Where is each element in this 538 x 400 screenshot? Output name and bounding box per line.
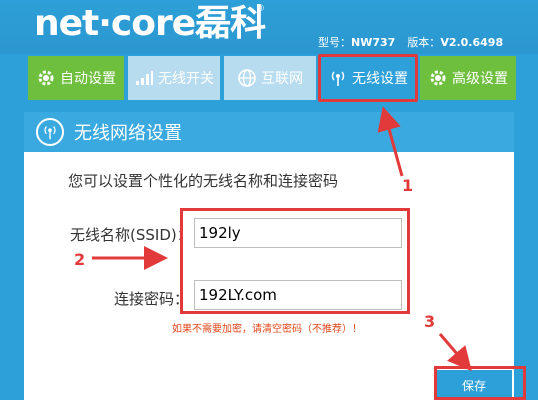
version-value: V2.0.6498 bbox=[440, 36, 504, 49]
gear-icon bbox=[38, 70, 54, 86]
main-nav: 自动设置 无线开关 互联网 无线设置 高级设置 bbox=[0, 56, 538, 104]
gear-icon bbox=[430, 70, 446, 86]
highlight-box-fields bbox=[180, 208, 410, 314]
tab-label: 无线开关 bbox=[158, 71, 214, 87]
tab-auto-setup[interactable]: 自动设置 bbox=[28, 56, 124, 100]
annotation-step-2: 2 bbox=[74, 250, 86, 269]
ssid-label: 无线名称(SSID)： bbox=[70, 226, 192, 244]
model-label: 型号： bbox=[318, 36, 351, 49]
intro-text: 您可以设置个性化的无线名称和连接密码 bbox=[68, 172, 339, 190]
annotation-step-1: 1 bbox=[402, 176, 414, 195]
signal-bars-icon bbox=[136, 71, 153, 85]
tab-wireless-switch[interactable]: 无线开关 bbox=[128, 56, 220, 100]
model-value: NW737 bbox=[351, 36, 396, 49]
panel-header: 无线网络设置 bbox=[24, 112, 514, 152]
globe-icon bbox=[238, 69, 256, 87]
tab-label: 自动设置 bbox=[60, 71, 116, 87]
annotation-step-3: 3 bbox=[424, 312, 436, 331]
device-info: 型号：NW737 版本：V2.0.6498 bbox=[318, 34, 515, 50]
password-label: 连接密码： bbox=[114, 290, 190, 308]
registered-mark: ® bbox=[256, 4, 265, 14]
wireless-settings-panel: 无线网络设置 您可以设置个性化的无线名称和连接密码 无线名称(SSID)： 连接… bbox=[24, 112, 514, 400]
password-hint: 如果不需要加密，请清空密码（不推荐）！ bbox=[172, 324, 362, 335]
version-label: 版本： bbox=[407, 36, 441, 49]
panel-title: 无线网络设置 bbox=[74, 123, 182, 144]
tab-internet[interactable]: 互联网 bbox=[224, 56, 316, 100]
tab-label: 高级设置 bbox=[452, 71, 508, 87]
tab-advanced-settings[interactable]: 高级设置 bbox=[420, 56, 516, 100]
netcore-logo: net·core磊科 bbox=[34, 3, 266, 44]
highlight-box-tab bbox=[318, 54, 418, 102]
header: net·core磊科 ® 型号：NW737 版本：V2.0.6498 bbox=[0, 0, 538, 54]
highlight-box-save bbox=[434, 366, 526, 400]
tab-label: 互联网 bbox=[261, 71, 303, 87]
wireless-icon bbox=[36, 118, 64, 146]
